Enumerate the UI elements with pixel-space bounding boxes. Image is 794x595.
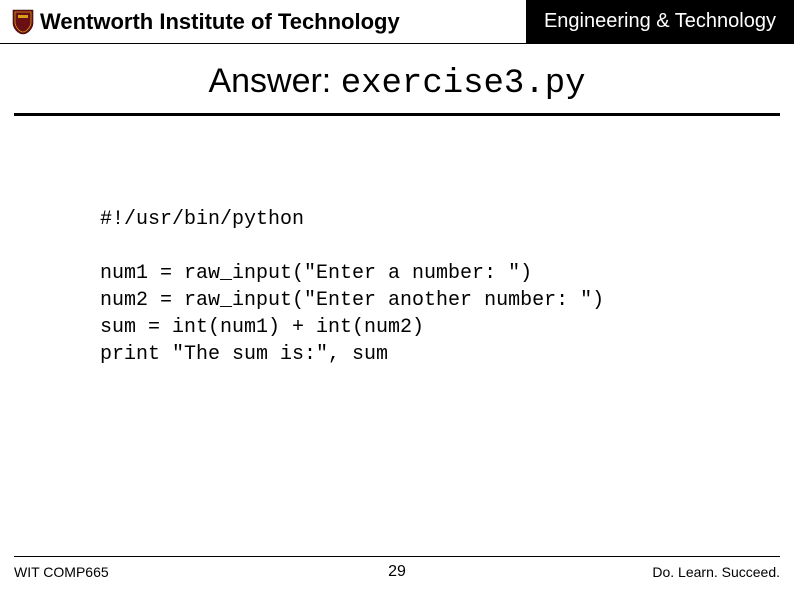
code-line: #!/usr/bin/python: [100, 208, 304, 231]
footer-course: WIT COMP665: [14, 564, 378, 580]
header-left: Wentworth Institute of Technology: [0, 0, 526, 43]
department-label: Engineering & Technology: [526, 0, 794, 43]
title-answer-label: Answer:: [208, 62, 340, 100]
shield-icon: [12, 9, 34, 35]
title-filename: exercise3.py: [341, 65, 586, 103]
code-line: sum = int(num1) + int(num2): [100, 316, 424, 339]
code-block: #!/usr/bin/python num1 = raw_input("Ente…: [100, 206, 794, 368]
code-line: print "The sum is:", sum: [100, 343, 388, 366]
slide-header: Wentworth Institute of Technology Engine…: [0, 0, 794, 44]
slide-footer: WIT COMP665 29 Do. Learn. Succeed.: [14, 556, 780, 581]
slide-title: Answer: exercise3.py: [14, 62, 780, 116]
code-line: num1 = raw_input("Enter a number: "): [100, 262, 532, 285]
code-line: num2 = raw_input("Enter another number: …: [100, 289, 604, 312]
institute-name: Wentworth Institute of Technology: [40, 9, 400, 35]
footer-tagline: Do. Learn. Succeed.: [416, 564, 780, 580]
slide-number: 29: [378, 563, 416, 581]
